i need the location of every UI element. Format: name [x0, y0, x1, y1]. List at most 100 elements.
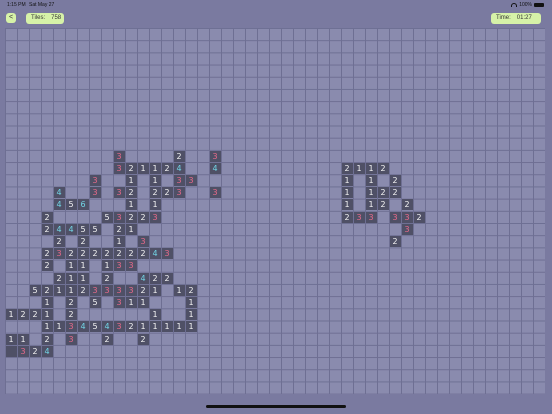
revealed-cell[interactable]: 3: [89, 284, 101, 296]
revealed-cell[interactable]: 2: [161, 187, 173, 199]
back-button[interactable]: <: [6, 13, 16, 23]
revealed-cell[interactable]: 3: [113, 296, 125, 308]
revealed-cell[interactable]: 2: [41, 284, 53, 296]
revealed-cell[interactable]: 2: [173, 150, 185, 162]
revealed-cell[interactable]: [5, 345, 17, 357]
revealed-cell[interactable]: 1: [77, 272, 89, 284]
revealed-cell[interactable]: 1: [161, 321, 173, 333]
revealed-cell[interactable]: 1: [53, 321, 65, 333]
revealed-cell[interactable]: 1: [5, 333, 17, 345]
revealed-cell[interactable]: 2: [113, 248, 125, 260]
revealed-cell[interactable]: 2: [29, 309, 41, 321]
revealed-cell[interactable]: 3: [137, 235, 149, 247]
revealed-cell[interactable]: 1: [65, 272, 77, 284]
revealed-cell[interactable]: 1: [125, 223, 137, 235]
revealed-cell[interactable]: 2: [41, 333, 53, 345]
revealed-cell[interactable]: 1: [5, 309, 17, 321]
revealed-cell[interactable]: 2: [77, 235, 89, 247]
revealed-cell[interactable]: 2: [149, 272, 161, 284]
revealed-cell[interactable]: 2: [377, 199, 389, 211]
revealed-cell[interactable]: 3: [53, 248, 65, 260]
revealed-cell[interactable]: 1: [173, 284, 185, 296]
revealed-cell[interactable]: 2: [341, 162, 353, 174]
revealed-cell[interactable]: 5: [65, 199, 77, 211]
revealed-cell[interactable]: 2: [101, 333, 113, 345]
revealed-cell[interactable]: 4: [53, 199, 65, 211]
revealed-cell[interactable]: 3: [113, 211, 125, 223]
revealed-cell[interactable]: 3: [17, 345, 29, 357]
revealed-cell[interactable]: 1: [113, 235, 125, 247]
revealed-cell[interactable]: 1: [125, 199, 137, 211]
revealed-cell[interactable]: 1: [41, 296, 53, 308]
revealed-cell[interactable]: 1: [53, 284, 65, 296]
revealed-cell[interactable]: 2: [125, 248, 137, 260]
revealed-cell[interactable]: 2: [41, 248, 53, 260]
revealed-cell[interactable]: 4: [65, 223, 77, 235]
revealed-cell[interactable]: 1: [149, 199, 161, 211]
revealed-cell[interactable]: 2: [161, 272, 173, 284]
revealed-cell[interactable]: 1: [137, 321, 149, 333]
revealed-cell[interactable]: 2: [389, 174, 401, 186]
revealed-cell[interactable]: 5: [89, 321, 101, 333]
revealed-cell[interactable]: 1: [341, 174, 353, 186]
revealed-cell[interactable]: 3: [209, 187, 221, 199]
revealed-cell[interactable]: 5: [29, 284, 41, 296]
revealed-cell[interactable]: 2: [17, 309, 29, 321]
revealed-cell[interactable]: 3: [65, 321, 77, 333]
revealed-cell[interactable]: 2: [41, 260, 53, 272]
revealed-cell[interactable]: 3: [113, 150, 125, 162]
revealed-cell[interactable]: 1: [149, 174, 161, 186]
revealed-cell[interactable]: 2: [137, 211, 149, 223]
revealed-cell[interactable]: 1: [77, 260, 89, 272]
revealed-cell[interactable]: 1: [341, 199, 353, 211]
revealed-cell[interactable]: 5: [89, 223, 101, 235]
revealed-cell[interactable]: 3: [389, 211, 401, 223]
revealed-cell[interactable]: 1: [137, 162, 149, 174]
revealed-cell[interactable]: 2: [53, 235, 65, 247]
revealed-cell[interactable]: 4: [137, 272, 149, 284]
revealed-cell[interactable]: 1: [125, 174, 137, 186]
revealed-cell[interactable]: 1: [365, 199, 377, 211]
revealed-cell[interactable]: 2: [77, 248, 89, 260]
revealed-cell[interactable]: 2: [149, 187, 161, 199]
revealed-cell[interactable]: 2: [125, 187, 137, 199]
revealed-cell[interactable]: 5: [89, 296, 101, 308]
revealed-cell[interactable]: 2: [41, 223, 53, 235]
revealed-cell[interactable]: 4: [149, 248, 161, 260]
revealed-cell[interactable]: 3: [161, 248, 173, 260]
revealed-cell[interactable]: 2: [185, 284, 197, 296]
revealed-cell[interactable]: 1: [365, 162, 377, 174]
revealed-cell[interactable]: 2: [389, 235, 401, 247]
revealed-cell[interactable]: 3: [209, 150, 221, 162]
revealed-cell[interactable]: 1: [41, 309, 53, 321]
revealed-cell[interactable]: 1: [149, 321, 161, 333]
revealed-cell[interactable]: 3: [401, 211, 413, 223]
revealed-cell[interactable]: 2: [377, 187, 389, 199]
revealed-cell[interactable]: 2: [41, 211, 53, 223]
revealed-cell[interactable]: 3: [65, 333, 77, 345]
revealed-cell[interactable]: 3: [173, 174, 185, 186]
revealed-cell[interactable]: 2: [65, 296, 77, 308]
revealed-cell[interactable]: 2: [113, 223, 125, 235]
revealed-cell[interactable]: 1: [41, 321, 53, 333]
revealed-cell[interactable]: 1: [65, 284, 77, 296]
revealed-cell[interactable]: 3: [101, 284, 113, 296]
revealed-cell[interactable]: 4: [53, 187, 65, 199]
revealed-cell[interactable]: 3: [89, 174, 101, 186]
revealed-cell[interactable]: 2: [377, 162, 389, 174]
revealed-cell[interactable]: 2: [125, 211, 137, 223]
revealed-cell[interactable]: 5: [101, 211, 113, 223]
revealed-cell[interactable]: 1: [149, 162, 161, 174]
revealed-cell[interactable]: 3: [125, 260, 137, 272]
revealed-cell[interactable]: 1: [365, 187, 377, 199]
revealed-cell[interactable]: 2: [137, 333, 149, 345]
revealed-cell[interactable]: 3: [125, 284, 137, 296]
revealed-cell[interactable]: 3: [113, 162, 125, 174]
revealed-cell[interactable]: 1: [101, 260, 113, 272]
revealed-cell[interactable]: 2: [137, 248, 149, 260]
revealed-cell[interactable]: 4: [173, 162, 185, 174]
revealed-cell[interactable]: 3: [185, 174, 197, 186]
revealed-cell[interactable]: 2: [65, 248, 77, 260]
revealed-cell[interactable]: 1: [65, 260, 77, 272]
revealed-cell[interactable]: 2: [341, 211, 353, 223]
